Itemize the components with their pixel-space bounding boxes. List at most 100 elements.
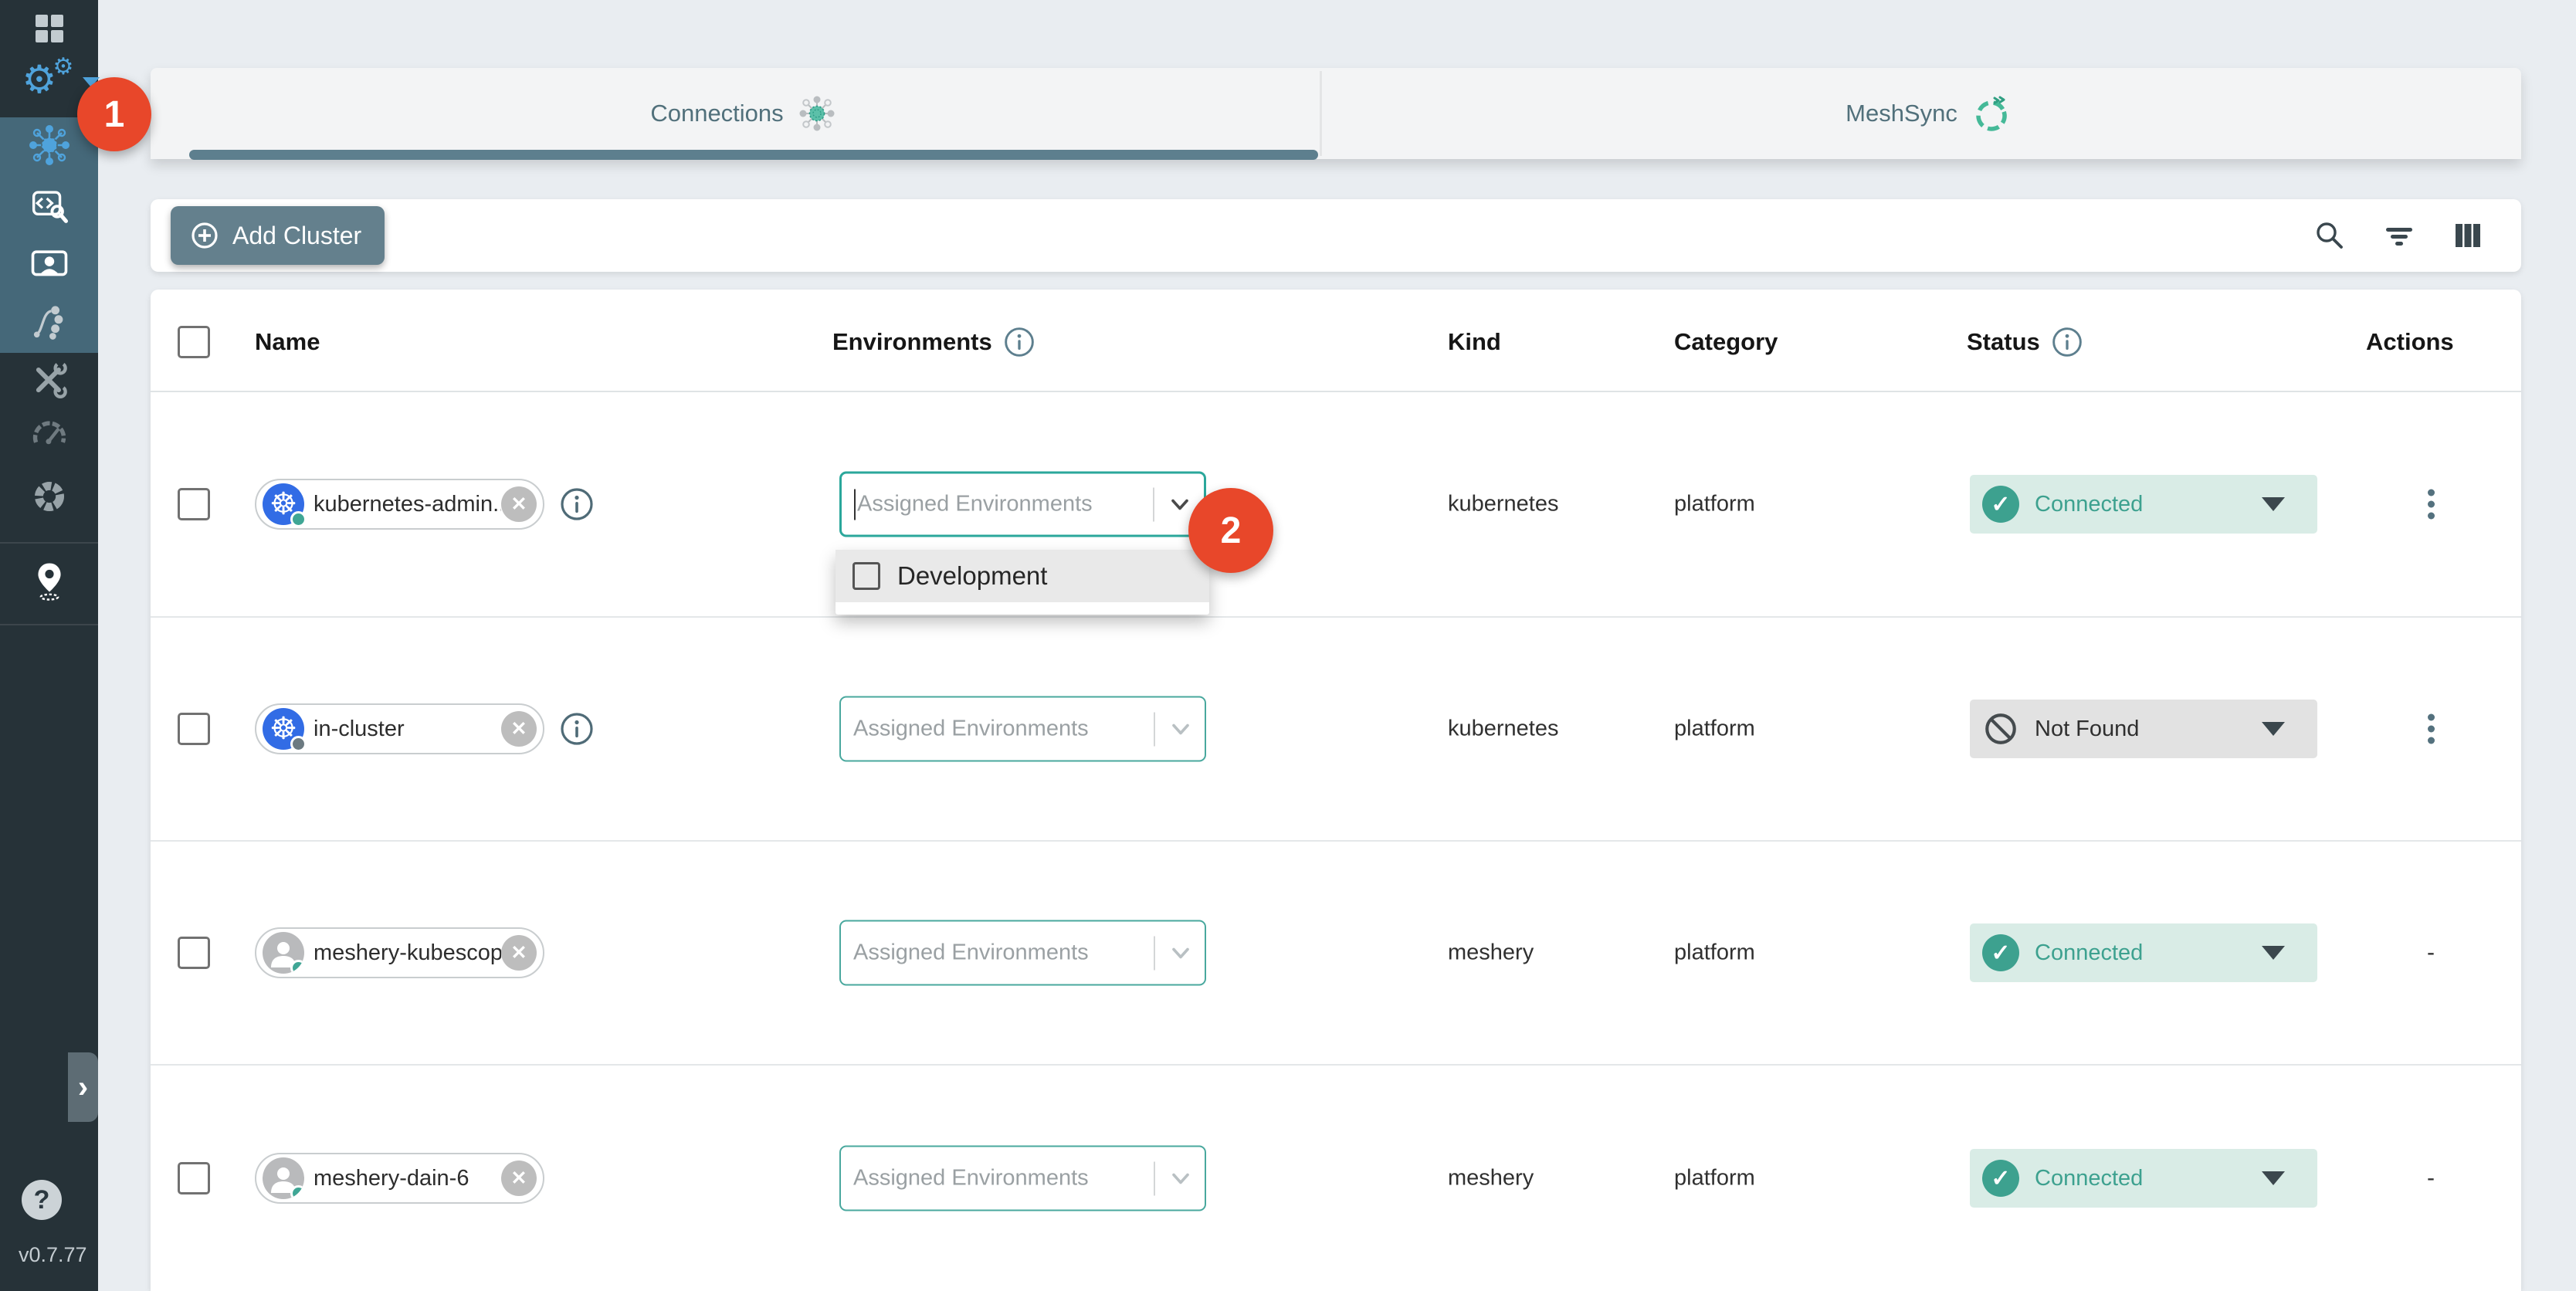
header-kind: Kind [1448, 328, 1501, 356]
dashboard-icon [32, 11, 67, 46]
table-row: meshery-kubescop... ✕ Assigned Environme… [151, 842, 2521, 1066]
select-divider [1154, 1161, 1155, 1195]
environments-select[interactable]: Assigned Environments [839, 696, 1206, 762]
kind-cell: meshery [1448, 940, 1534, 966]
dropdown-option-development[interactable]: Development [836, 550, 1209, 602]
table-row: ☸ in-cluster ✕ Assigned Environments kub… [151, 618, 2521, 842]
view-columns-button[interactable] [2452, 219, 2484, 252]
table-header: Name Environments Kind Category Status A… [151, 290, 2521, 392]
extensions-icon [30, 477, 69, 516]
tab-connections[interactable]: Connections [151, 68, 1336, 159]
close-icon[interactable]: ✕ [501, 1161, 537, 1196]
status-badge[interactable]: ✓ Connected [1970, 923, 2317, 982]
text-cursor [854, 489, 856, 520]
connections-table: Name Environments Kind Category Status A… [151, 290, 2521, 1291]
search-button[interactable] [2313, 219, 2347, 252]
category-cell: platform [1674, 940, 1755, 966]
info-icon[interactable] [2051, 326, 2083, 358]
close-icon[interactable]: ✕ [501, 711, 537, 747]
environments-dropdown: Development [836, 550, 1209, 615]
connection-name: in-cluster [304, 717, 501, 742]
kind-cell: kubernetes [1448, 717, 1559, 742]
status-badge[interactable]: Not Found [1970, 700, 2317, 758]
lifecycle-gear-icon: ⚙⚙ [22, 59, 76, 105]
tab-divider [1320, 71, 1322, 156]
sidebar-item-toolkit[interactable] [0, 357, 98, 402]
connection-chip[interactable]: ☸ in-cluster ✕ [255, 703, 544, 754]
category-cell: platform [1674, 492, 1755, 517]
sidebar-item-environments[interactable] [0, 557, 98, 605]
sidebar: ⚙⚙ [0, 0, 98, 1291]
select-divider [1153, 487, 1154, 521]
category-cell: platform [1674, 717, 1755, 742]
select-divider [1154, 712, 1155, 746]
close-icon[interactable]: ✕ [501, 935, 537, 971]
status-dot [290, 960, 304, 974]
check-icon: ✓ [1982, 1160, 2019, 1197]
select-divider [1154, 936, 1155, 970]
table-toolbar: Add Cluster [151, 199, 2521, 272]
chevron-down-icon[interactable] [1168, 940, 1194, 966]
option-label: Development [897, 561, 1047, 591]
option-checkbox[interactable] [852, 562, 880, 590]
header-status: Status [1967, 326, 2083, 358]
connection-chip[interactable]: ☸ kubernetes-admin... ✕ [255, 479, 544, 530]
header-environments: Environments [832, 326, 1035, 358]
row-actions-menu[interactable] [2374, 490, 2487, 520]
annotation-badge-1: 1 [77, 77, 151, 151]
avatar-icon [263, 932, 304, 974]
category-cell: platform [1674, 1166, 1755, 1191]
connections-mesh-icon [798, 94, 836, 133]
environment-pin-icon [29, 560, 69, 603]
sidebar-expand-button[interactable]: › [68, 1052, 98, 1122]
close-icon[interactable]: ✕ [501, 486, 537, 522]
add-cluster-button[interactable]: Add Cluster [171, 206, 385, 265]
version-label: v0.7.77 [19, 1243, 87, 1267]
sidebar-item-performance[interactable] [0, 412, 98, 456]
help-button[interactable]: ? [22, 1180, 62, 1220]
status-badge[interactable]: ✓ Connected [1970, 475, 2317, 534]
environments-select[interactable]: Assigned Environments [839, 472, 1206, 537]
connection-name: meshery-dain-6 [304, 1166, 501, 1191]
sidebar-item-extensions[interactable] [0, 474, 98, 519]
connections-mesh-icon [27, 123, 72, 168]
kind-cell: meshery [1448, 1166, 1534, 1191]
sidebar-item-dashboard[interactable] [0, 6, 98, 51]
pipeline-icon [30, 303, 69, 341]
circle-plus-icon [189, 220, 220, 251]
chevron-down-icon[interactable] [1168, 716, 1194, 742]
kubernetes-logo-icon: ☸ [263, 483, 304, 525]
annotation-badge-2: 2 [1188, 488, 1273, 573]
chevron-down-icon[interactable] [1167, 491, 1193, 517]
row-checkbox[interactable] [178, 713, 210, 745]
sidebar-item-pipeline[interactable] [0, 300, 98, 344]
adapters-icon [29, 185, 69, 225]
check-icon: ✓ [1982, 934, 2019, 971]
row-checkbox[interactable] [178, 937, 210, 969]
connection-chip[interactable]: meshery-kubescop... ✕ [255, 927, 544, 978]
sidebar-item-workloads[interactable] [0, 241, 98, 287]
sidebar-item-adapters[interactable] [0, 182, 98, 229]
row-checkbox[interactable] [178, 1162, 210, 1194]
tab-connections-label: Connections [650, 100, 783, 127]
row-actions-menu[interactable] [2374, 714, 2487, 744]
tab-meshsync[interactable]: MeshSync [1336, 68, 2521, 159]
info-icon[interactable] [559, 486, 595, 522]
select-all-checkbox[interactable] [178, 326, 210, 358]
header-category: Category [1674, 328, 1778, 356]
caret-down-icon [2262, 497, 2285, 511]
environments-placeholder: Assigned Environments [853, 940, 1147, 966]
filter-button[interactable] [2382, 219, 2416, 252]
status-badge[interactable]: ✓ Connected [1970, 1149, 2317, 1208]
info-icon[interactable] [559, 711, 595, 747]
environments-select[interactable]: Assigned Environments [839, 1146, 1206, 1211]
info-icon[interactable] [1003, 326, 1035, 358]
active-tab-indicator [189, 150, 1318, 160]
connection-name: meshery-kubescop... [304, 940, 501, 966]
row-checkbox[interactable] [178, 488, 210, 520]
sidebar-divider [0, 624, 98, 625]
connection-chip[interactable]: meshery-dain-6 ✕ [255, 1153, 544, 1204]
chevron-down-icon[interactable] [1168, 1165, 1194, 1191]
environments-select[interactable]: Assigned Environments [839, 920, 1206, 986]
kind-cell: kubernetes [1448, 492, 1559, 517]
